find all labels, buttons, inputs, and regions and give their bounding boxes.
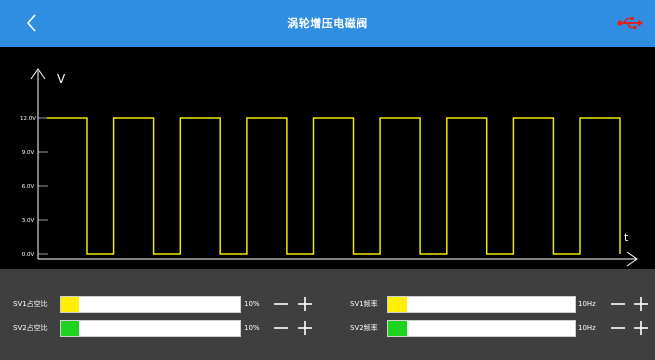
control-label: SV1频率 — [350, 300, 378, 308]
x-axis-label: t — [624, 231, 629, 244]
minus-icon — [274, 303, 288, 305]
level-slider[interactable] — [387, 320, 576, 337]
plus-icon — [298, 321, 312, 335]
level-value: 10% — [244, 300, 260, 308]
y-tick-label: 12.0V — [20, 116, 36, 122]
waveform-chart: Vt 0.0V 3.0V 6.0V 9.0V 12.0V — [0, 47, 655, 269]
page-title: 涡轮增压电磁阀 — [287, 17, 368, 30]
level-value: 10% — [244, 324, 260, 332]
level-fill — [388, 321, 407, 336]
plus-icon — [634, 321, 648, 335]
minus-icon — [274, 327, 288, 329]
waveform-chart-svg: Vt 0.0V 3.0V 6.0V 9.0V 12.0V — [20, 68, 638, 267]
decrease-button[interactable] — [273, 296, 289, 312]
minus-icon — [611, 327, 625, 329]
y-tick-label: 3.0V — [22, 218, 35, 224]
control-label: SV1占空比 — [13, 300, 48, 308]
level-value: 10Hz — [578, 324, 596, 332]
decrease-button[interactable] — [610, 296, 626, 312]
plus-icon — [298, 297, 312, 311]
app-header: 涡轮增压电磁阀 — [0, 0, 655, 47]
level-fill — [61, 321, 79, 336]
increase-button[interactable] — [297, 296, 313, 312]
y-tick-label: 0.0V — [22, 252, 35, 258]
y-tick-label: 9.0V — [22, 150, 35, 156]
level-slider[interactable] — [387, 296, 576, 313]
plus-icon — [634, 297, 648, 311]
control-label: SV2频率 — [350, 324, 378, 332]
level-fill — [388, 297, 407, 312]
series-line — [47, 117, 621, 255]
minus-icon — [611, 303, 625, 305]
y-axis-label: V — [57, 72, 66, 86]
control-panel: SV1占空比 10% SV2占空比 10% SV1频率 10Hz SV2频率 10Hz — [0, 269, 655, 360]
increase-button[interactable] — [297, 320, 313, 336]
y-tick-label: 6.0V — [22, 184, 35, 190]
level-slider[interactable] — [60, 296, 241, 313]
usb-icon — [617, 17, 643, 30]
decrease-button[interactable] — [610, 320, 626, 336]
control-label: SV2占空比 — [13, 324, 48, 332]
increase-button[interactable] — [633, 296, 649, 312]
level-value: 10Hz — [578, 300, 596, 308]
level-fill — [61, 297, 79, 312]
level-slider[interactable] — [60, 320, 241, 337]
increase-button[interactable] — [633, 320, 649, 336]
decrease-button[interactable] — [273, 320, 289, 336]
